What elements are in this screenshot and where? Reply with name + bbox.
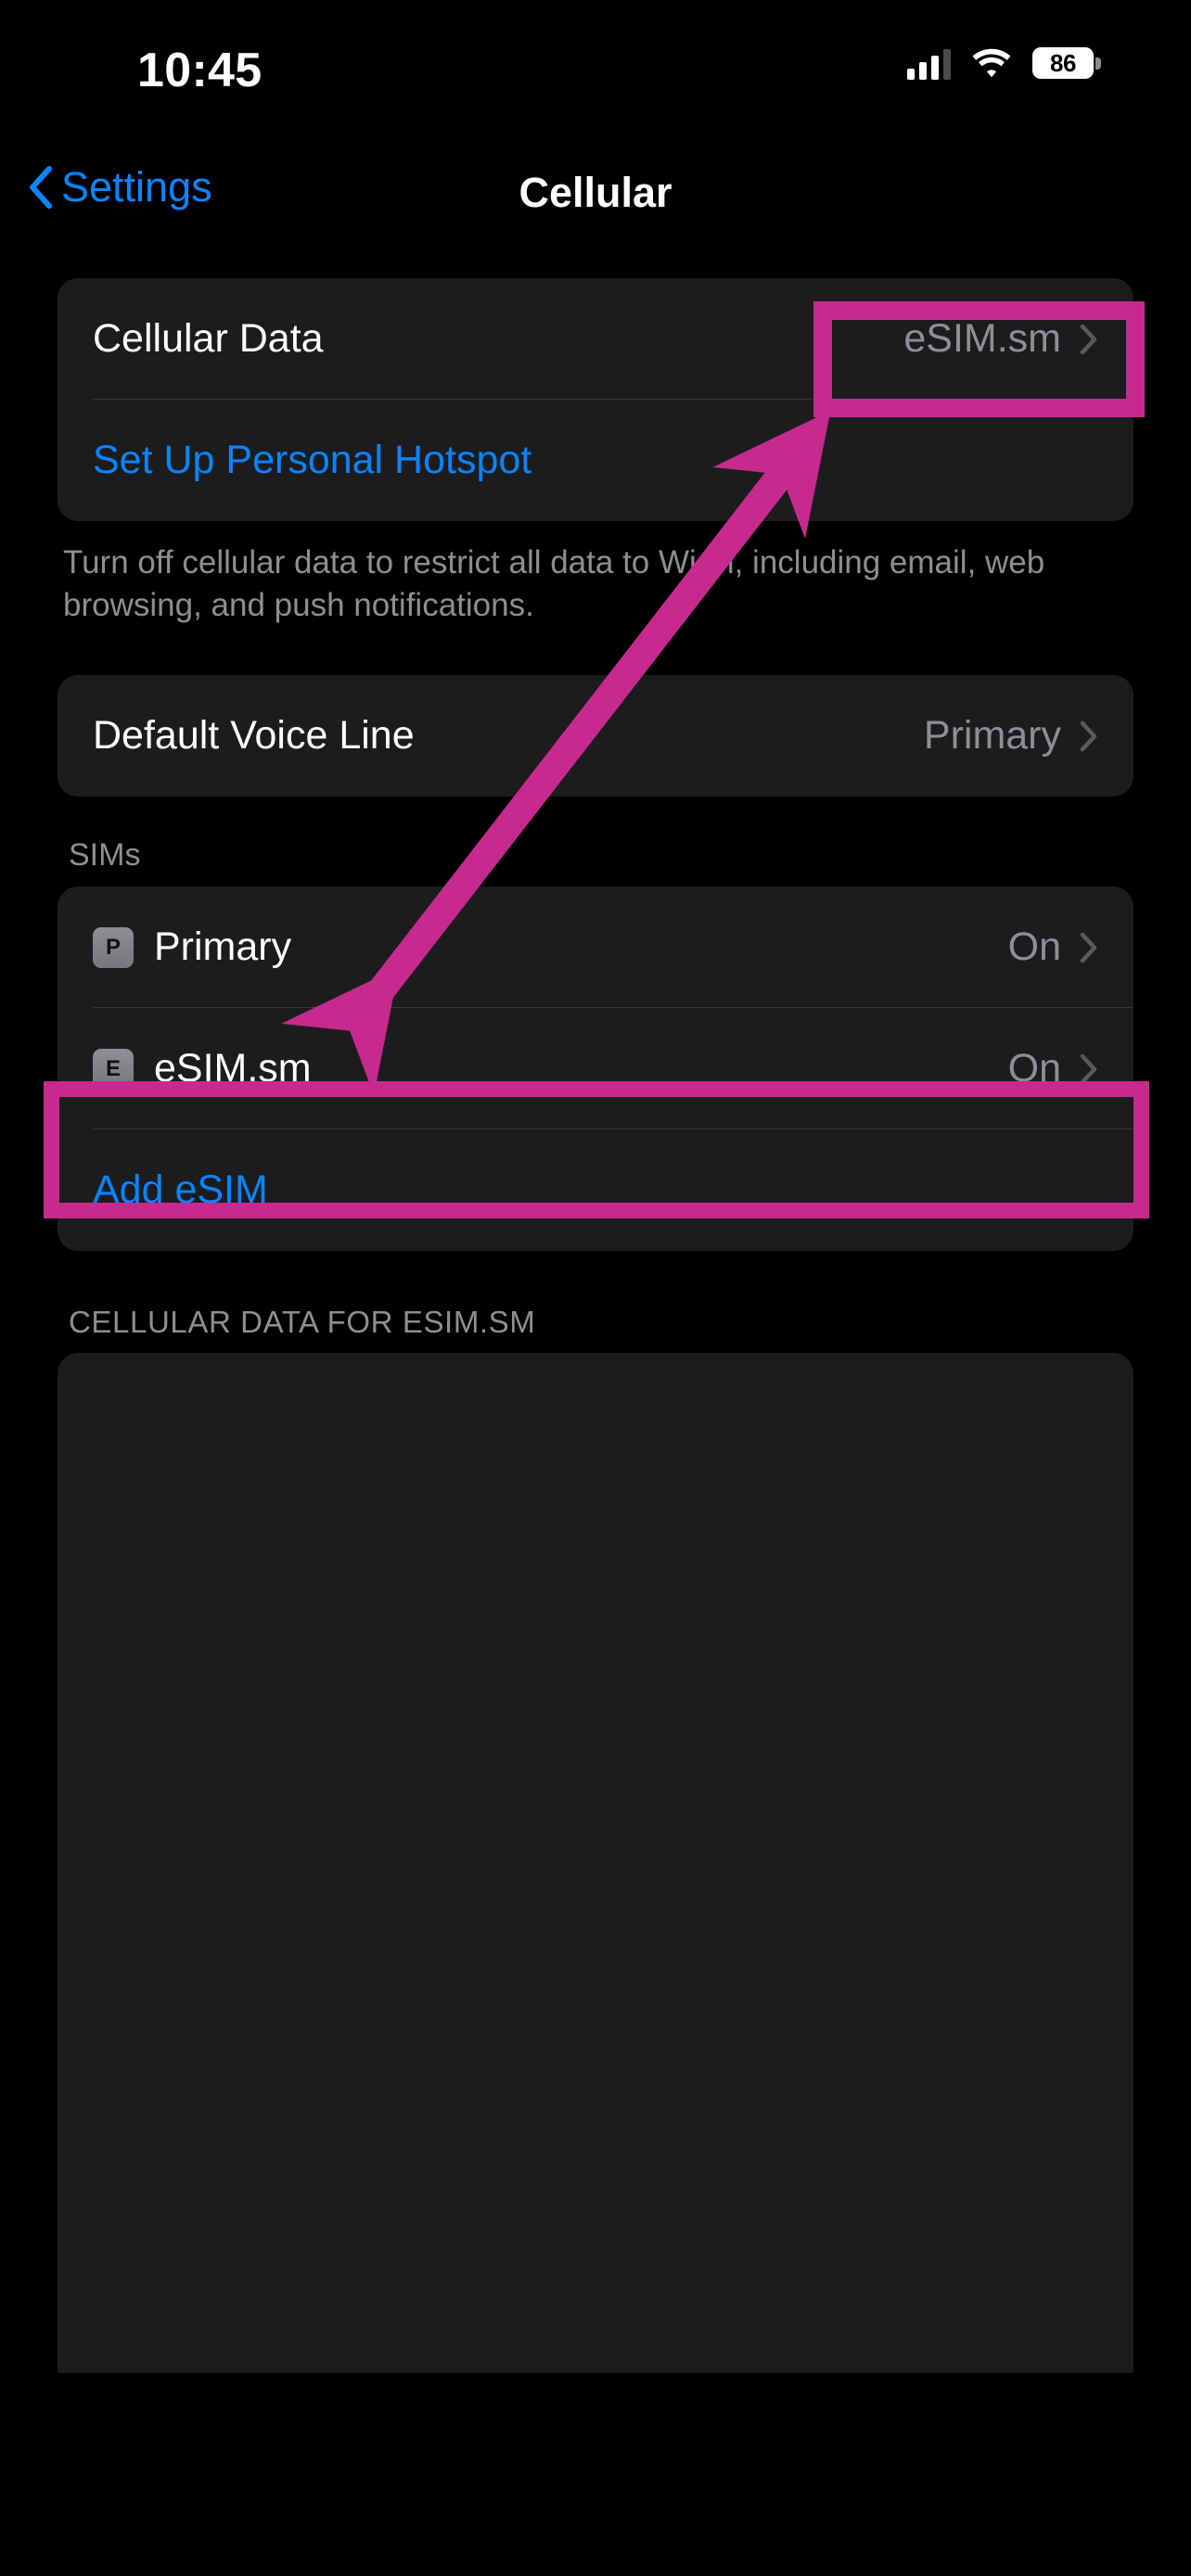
- row-cellular-data[interactable]: Cellular Data eSIM.sm: [58, 278, 1133, 400]
- sims-section-header: SIMs: [69, 837, 141, 874]
- row-sim-primary-label: Primary: [154, 925, 292, 970]
- sim-badge-letter: P: [105, 934, 121, 960]
- cellular-data-footer: Turn off cellular data to restrict all d…: [63, 544, 1045, 624]
- battery-percent: 86: [1050, 48, 1076, 77]
- chevron-right-icon: [1080, 1053, 1097, 1085]
- chevron-right-icon: [1080, 721, 1097, 752]
- sim-badge-letter: E: [105, 1055, 121, 1081]
- wifi-icon: [971, 47, 1012, 79]
- status-bar: 10:45 86: [0, 0, 1191, 121]
- row-set-up-personal-hotspot[interactable]: Set Up Personal Hotspot: [58, 400, 1133, 521]
- battery-icon: 86: [1032, 47, 1101, 79]
- cellular-data-for-section-header: CELLULAR DATA FOR ESIM.SM: [69, 1305, 536, 1340]
- row-hotspot-label: Set Up Personal Hotspot: [93, 438, 532, 482]
- phone-screen: 10:45 86 Settings Cellular Cellular Data…: [0, 0, 1191, 2576]
- row-sim-primary-value: On: [1007, 925, 1061, 970]
- sim-badge-icon: E: [93, 1048, 134, 1090]
- row-sim-primary[interactable]: P Primary On: [58, 886, 1133, 1009]
- row-cellular-data-label: Cellular Data: [93, 316, 324, 361]
- row-sim-esim[interactable]: E eSIM.sm On: [58, 1008, 1133, 1130]
- chevron-right-icon: [1080, 324, 1097, 354]
- page-title: Cellular: [519, 169, 672, 216]
- row-default-voice-line-value: Primary: [923, 713, 1061, 759]
- sims-group: P Primary On E eSIM.sm On Add eSIM: [58, 886, 1133, 1252]
- row-cellular-data-value: eSIM.sm: [903, 316, 1061, 361]
- chevron-right-icon: [1080, 932, 1097, 963]
- cellular-data-group: Cellular Data eSIM.sm Set Up Personal Ho…: [58, 278, 1133, 521]
- settings-list: Cellular Data eSIM.sm Set Up Personal Ho…: [0, 278, 1191, 2374]
- row-add-esim-label: Add eSIM: [93, 1167, 268, 1213]
- navigation-bar: Settings Cellular: [0, 150, 1191, 252]
- status-bar-time: 10:45: [137, 44, 263, 97]
- row-default-voice-line-label: Default Voice Line: [93, 713, 415, 759]
- row-add-esim[interactable]: Add eSIM: [58, 1129, 1133, 1251]
- status-bar-indicators: 86: [907, 46, 1101, 80]
- row-sim-esim-label: eSIM.sm: [154, 1046, 312, 1091]
- cellular-data-for-group: [58, 1353, 1133, 2374]
- row-sim-esim-value: On: [1007, 1046, 1061, 1091]
- cellular-signal-icon: [907, 46, 951, 80]
- sim-badge-icon: P: [93, 926, 134, 968]
- row-default-voice-line[interactable]: Default Voice Line Primary: [58, 675, 1133, 797]
- voice-line-group: Default Voice Line Primary: [58, 675, 1133, 797]
